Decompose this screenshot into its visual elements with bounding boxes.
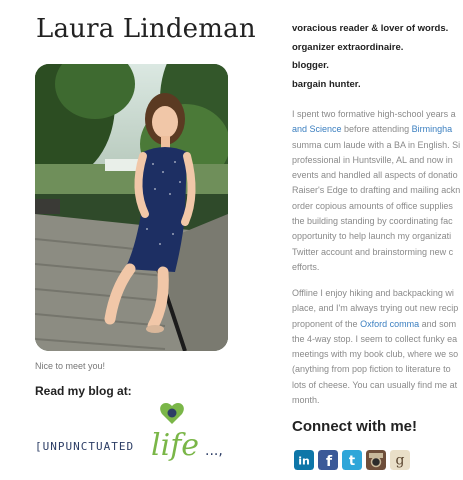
goodreads-icon[interactable]: g (390, 450, 410, 470)
author-name: Laura Lindeman (36, 14, 256, 44)
tagline-list: voracious reader & lover of words. organ… (292, 20, 448, 94)
svg-text:...,: ..., (205, 443, 223, 459)
instagram-icon[interactable] (366, 450, 386, 470)
bio-line: month. (292, 395, 320, 406)
bio-line: events and handled all aspects of donati… (292, 170, 458, 181)
svg-text:f: f (326, 454, 333, 470)
bio-line: Offline I enjoy hiking and backpacking w… (292, 288, 454, 298)
tagline-item: bargain hunter. (292, 78, 361, 90)
bio-line: and Science before attending Birmingha (292, 122, 463, 137)
bio-line: Raiser's Edge to drafting and mailing ac… (292, 185, 461, 196)
oxford-comma-link[interactable]: Oxford comma (360, 319, 419, 329)
bio-line: I spent two formative high-school years … (292, 109, 456, 119)
svg-text:g: g (396, 453, 405, 469)
tagline-item: voracious reader & lover of words. (292, 23, 449, 34)
blog-logo-link[interactable]: [UNPUNCTUATED life ..., (35, 400, 235, 470)
bio-text: before attending (341, 124, 412, 135)
svg-text:[UNPUNCTUATED: [UNPUNCTUATED (35, 440, 134, 453)
bio-line: the building standing by coordinating fa… (292, 216, 453, 227)
svg-text:in: in (298, 455, 310, 468)
blog-heading: Read my blog at: (35, 384, 132, 398)
bio-text: and som (419, 318, 457, 329)
bio-text: proponent of the (292, 318, 361, 329)
bio-line: Twitter account and brainstorming new c (292, 246, 454, 257)
bio-line: order copious amounts of office supplies (292, 200, 453, 211)
about-column: voracious reader & lover of words. organ… (292, 0, 463, 480)
school-link[interactable]: and Science (292, 124, 342, 134)
bio-line: lots of cheese. You can usually find me … (292, 379, 458, 390)
tagline-item: organizer extraordinaire. (292, 41, 404, 53)
bio-line: efforts. (292, 261, 320, 272)
bio-line: (anything from pop fiction to literature… (292, 364, 451, 375)
bio-line: proponent of the Oxford comma and som (292, 317, 463, 332)
photo-caption: Nice to meet you! (35, 361, 106, 371)
tagline-item: blogger. (292, 60, 329, 71)
unpunctuated-life-logo: [UNPUNCTUATED life ..., (35, 402, 223, 463)
facebook-icon[interactable]: f (318, 450, 338, 470)
svg-text:t: t (349, 454, 355, 469)
linkedin-icon[interactable]: in (294, 450, 314, 470)
bio-line: the 4-way stop. I seem to collect funky … (292, 333, 458, 344)
bio-paragraph: I spent two formative high-school years … (292, 107, 463, 275)
bio-line: professional in Huntsville, AL and now i… (292, 154, 453, 165)
social-links: in f t g (294, 450, 410, 470)
svg-text:life: life (151, 428, 199, 463)
bio-line: summa cum laude with a BA in English. Si (292, 139, 461, 150)
twitter-icon[interactable]: t (342, 450, 362, 470)
profile-photo (35, 64, 228, 351)
hobbies-paragraph: Offline I enjoy hiking and backpacking w… (292, 286, 463, 408)
bio-line: place, and I'm always trying out new rec… (292, 303, 459, 314)
connect-heading: Connect with me! (292, 418, 418, 435)
university-link[interactable]: Birmingha (412, 124, 453, 134)
bio-line: opportunity to help launch my organizati (292, 231, 452, 242)
bio-line: meetings with my book club, where we so (292, 349, 459, 360)
